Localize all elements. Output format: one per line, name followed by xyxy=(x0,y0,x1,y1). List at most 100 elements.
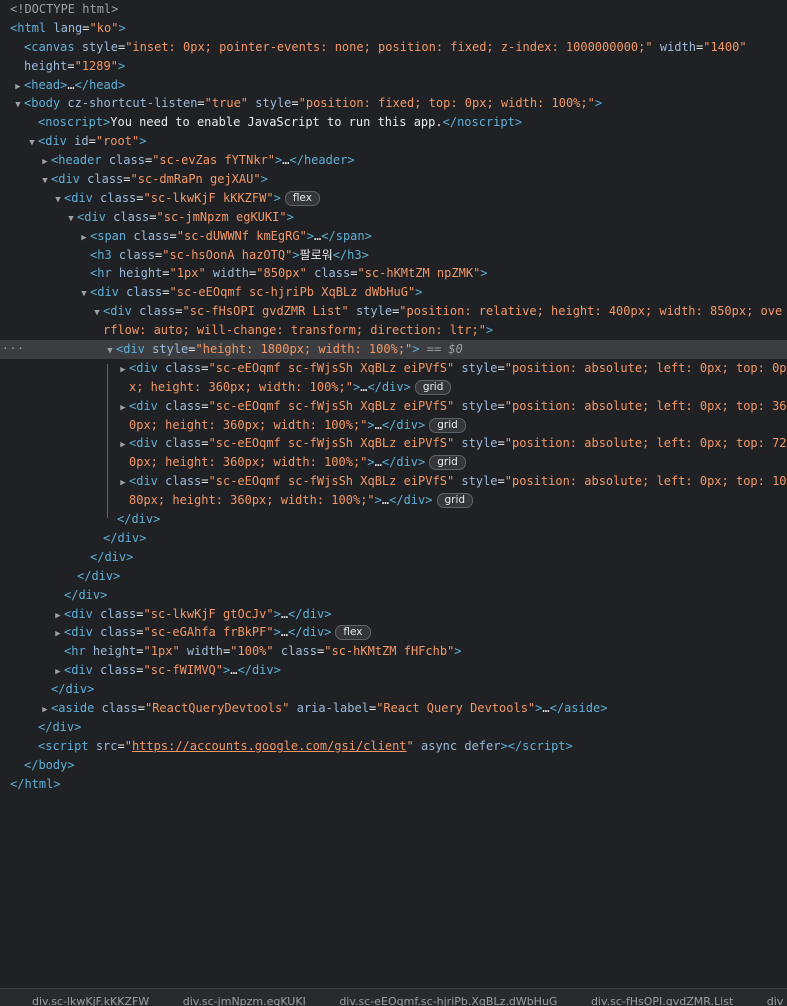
collapsed-triangle-icon[interactable]: ▶ xyxy=(117,361,129,378)
attr-value: rflow: auto; will-change: transform; dir… xyxy=(103,323,479,338)
closing-tag-open: </ xyxy=(321,228,336,243)
expanded-triangle-icon[interactable]: ▼ xyxy=(52,191,64,208)
grid-badge[interactable]: grid xyxy=(414,379,452,395)
node-div[interactable]: ▼ <div class="sc-eEOqmf sc-hjriPb XqBLz d… xyxy=(0,283,787,302)
node-div[interactable]: ▼ <div class="sc-jmNpzm egKUKI"> xyxy=(0,208,787,227)
node-head[interactable]: ▶ <head>…</head> xyxy=(0,76,787,95)
node-h3[interactable]: <h3 class="sc-hsOonA hazOTQ">팔로워</h3> xyxy=(0,246,787,265)
breadcrumb-item[interactable]: div xyxy=(767,989,784,1006)
node-div-row-continued[interactable]: x; height: 360px; width: 100%;">…</div> g… xyxy=(0,378,787,397)
doctype-line[interactable]: <!DOCTYPE html> xyxy=(0,0,787,19)
collapsed-triangle-icon[interactable]: ▶ xyxy=(78,229,90,246)
ellipsis[interactable]: … xyxy=(542,701,549,715)
script-src-link[interactable]: https://accounts.google.com/gsi/client xyxy=(132,739,407,753)
node-body[interactable]: ▼ <body cz-shortcut-listen="true" style="… xyxy=(0,94,787,113)
closing-tag-line[interactable]: </body> xyxy=(0,756,787,775)
close-angle: > xyxy=(324,625,332,640)
closing-tag-line[interactable]: </html> xyxy=(0,775,787,794)
breadcrumb-item[interactable]: div.sc-lkwKjF.kKKZFW xyxy=(32,989,149,1006)
closing-tag-line[interactable]: </div> xyxy=(0,567,787,586)
closing-tag-line[interactable]: </div> xyxy=(0,718,787,737)
node-div[interactable]: ▶ <div class="sc-fWIMVQ">…</div> xyxy=(0,661,787,680)
ellipsis[interactable]: … xyxy=(281,607,288,621)
expanded-triangle-icon[interactable]: ▼ xyxy=(104,342,116,359)
node-div-row-continued[interactable]: 0px; height: 360px; width: 100%;">…</div… xyxy=(0,416,787,435)
expanded-triangle-icon[interactable]: ▼ xyxy=(26,134,38,151)
breadcrumb-item[interactable]: div.sc-eEOqmf.sc-hjriPb.XqBLz.dWbHuG xyxy=(339,989,557,1006)
attr-value: sc-eEOqmf sc-fWjsSh XqBLz eiPVfS xyxy=(215,360,447,375)
node-div[interactable]: ▼ <div class="sc-lkwKjF kKKZFW"> flex xyxy=(0,189,787,208)
node-html[interactable]: <html lang="ko"> xyxy=(0,19,787,38)
node-div-selected[interactable]: ··· ▼ <div style="height: 1800px; width: … xyxy=(0,340,787,359)
closing-tag-open: </ xyxy=(381,455,397,470)
node-div-row-continued[interactable]: 0px; height: 360px; width: 100%;">…</div… xyxy=(0,453,787,472)
expanded-triangle-icon[interactable]: ▼ xyxy=(12,96,24,113)
quote: " xyxy=(266,190,274,205)
node-div-row[interactable]: ▶ <div class="sc-eEOqmf sc-fWjsSh XqBLz e… xyxy=(0,434,787,453)
node-div-row[interactable]: ▶ <div class="sc-eEOqmf sc-fWjsSh XqBLz e… xyxy=(0,472,787,491)
ellipsis[interactable]: … xyxy=(281,625,288,639)
node-div-row-continued[interactable]: 80px; height: 360px; width: 100%;">…</di… xyxy=(0,491,787,510)
node-div[interactable]: ▶ <div class="sc-eGAhfa frBkPF">…</div> fl… xyxy=(0,623,787,642)
expanded-triangle-icon[interactable]: ▼ xyxy=(78,285,90,302)
flex-badge[interactable]: flex xyxy=(335,625,371,641)
collapsed-triangle-icon[interactable]: ▶ xyxy=(39,701,51,718)
expanded-triangle-icon[interactable]: ▼ xyxy=(39,172,51,189)
node-div-row[interactable]: ▶ <div class="sc-eEOqmf sc-fWjsSh XqBLz e… xyxy=(0,397,787,416)
node-script[interactable]: <script src="https://accounts.google.com… xyxy=(0,737,787,756)
attr-value: 1289 xyxy=(81,58,111,73)
node-aside[interactable]: ▶ <aside class="ReactQueryDevtools" aria-… xyxy=(0,699,787,718)
grid-badge[interactable]: grid xyxy=(429,417,466,433)
expanded-triangle-icon[interactable]: ▼ xyxy=(65,210,77,227)
collapsed-triangle-icon[interactable]: ▶ xyxy=(117,399,129,416)
closing-tag-line[interactable]: </div> xyxy=(0,548,787,567)
node-div-list[interactable]: ▼ <div class="sc-fHsOPI gvdZMR List" styl… xyxy=(0,302,787,321)
expanded-triangle-icon[interactable]: ▼ xyxy=(91,304,103,321)
attr-value: sc-hsOonA hazOTQ xyxy=(169,247,286,262)
node-div-row[interactable]: ▶ <div class="sc-eEOqmf sc-fWjsSh XqBLz e… xyxy=(0,359,787,378)
flex-badge[interactable]: flex xyxy=(284,190,320,206)
node-span[interactable]: ▶ <span class="sc-dUWWNf kmEgRG">…</span> xyxy=(0,227,787,246)
collapsed-triangle-icon[interactable]: ▶ xyxy=(117,436,129,453)
grid-badge[interactable]: grid xyxy=(436,493,474,509)
collapsed-triangle-icon[interactable]: ▶ xyxy=(52,625,64,642)
attr-value: ReactQueryDevtools xyxy=(152,700,283,715)
collapsed-triangle-icon[interactable]: ▶ xyxy=(39,153,51,170)
ellipsis[interactable]: … xyxy=(375,455,382,469)
closing-tag-line[interactable]: </div> xyxy=(0,510,787,529)
node-div-root[interactable]: ▼ <div id="root"> xyxy=(0,132,787,151)
close-angle: > xyxy=(74,719,82,734)
quote: " xyxy=(110,58,118,73)
collapsed-triangle-icon[interactable]: ▶ xyxy=(52,663,64,680)
collapsed-triangle-icon[interactable]: ▶ xyxy=(12,78,24,95)
grid-badge[interactable]: grid xyxy=(429,455,466,471)
ellipsis[interactable]: … xyxy=(282,153,289,167)
ellipsis[interactable]: … xyxy=(375,418,382,432)
node-div[interactable]: ▼ <div class="sc-dmRaPn gejXAU"> xyxy=(0,170,787,189)
node-canvas-continued[interactable]: height="1289"> xyxy=(0,57,787,76)
more-actions-icon[interactable]: ··· xyxy=(2,340,25,359)
collapsed-triangle-icon[interactable]: ▶ xyxy=(52,607,64,624)
node-hr[interactable]: <hr height="1px" width="850px" class="sc… xyxy=(0,264,787,283)
collapsed-triangle-icon[interactable]: ▶ xyxy=(117,474,129,491)
node-canvas[interactable]: <canvas style="inset: 0px; pointer-event… xyxy=(0,38,787,57)
closing-tag-name: div xyxy=(381,379,404,394)
equals: = xyxy=(201,398,209,413)
attr-name: class xyxy=(314,266,351,281)
node-noscript[interactable]: <noscript>You need to enable JavaScript … xyxy=(0,113,787,132)
node-div-list-continued[interactable]: rflow: auto; will-change: transform; dir… xyxy=(0,321,787,340)
close-angle: > xyxy=(53,776,61,791)
node-hr[interactable]: <hr height="1px" width="100%" class="sc-… xyxy=(0,642,787,661)
breadcrumb-item[interactable]: div.sc-jmNpzm.egKUKI xyxy=(183,989,306,1006)
ellipsis[interactable]: … xyxy=(67,78,74,92)
quote: " xyxy=(89,20,97,35)
closing-tag-line[interactable]: </div> xyxy=(0,586,787,605)
quote: " xyxy=(124,738,132,753)
attr-name: width xyxy=(659,39,696,54)
breadcrumb-item[interactable]: div.sc-fHsOPI.gvdZMR.List xyxy=(591,989,733,1006)
closing-tag-line[interactable]: </div> xyxy=(0,529,787,548)
node-header[interactable]: ▶ <header class="sc-evZas fYTNkr">…</head… xyxy=(0,151,787,170)
selected-node-marker: == $0 xyxy=(426,342,463,357)
node-div[interactable]: ▶ <div class="sc-lkwKjF gtOcJv">…</div> xyxy=(0,605,787,624)
closing-tag-line[interactable]: </div> xyxy=(0,680,787,699)
